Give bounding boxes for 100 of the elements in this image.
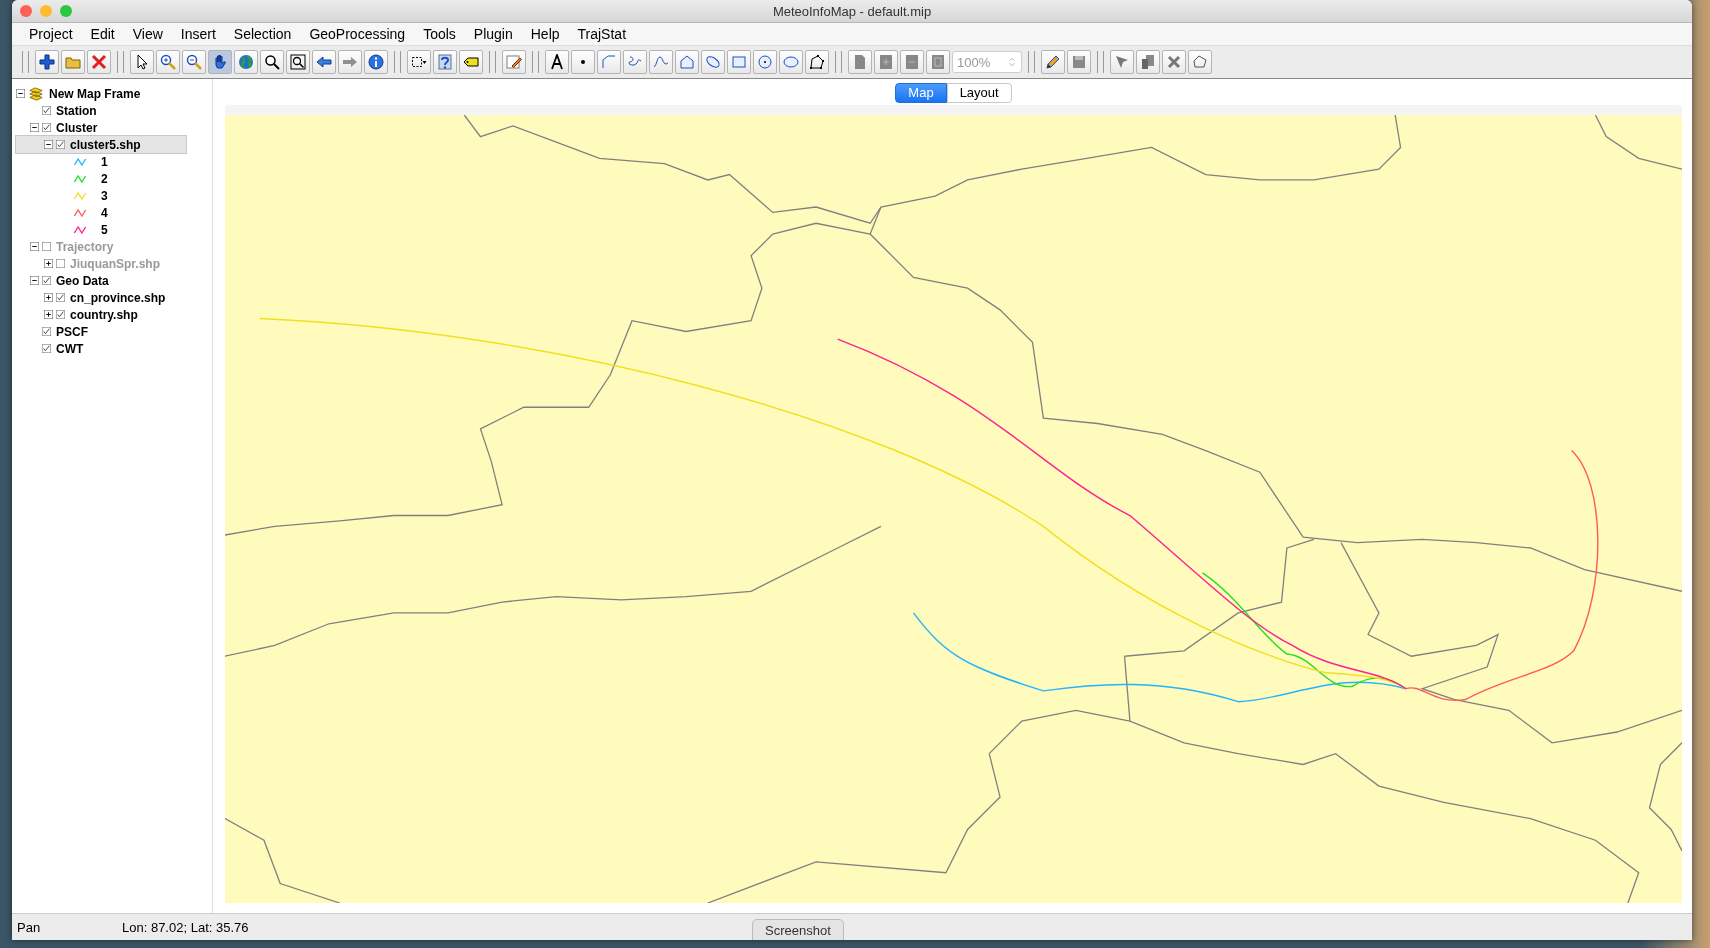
ellipse-tilted-icon bbox=[705, 54, 721, 70]
layer-label[interactable]: PSCF bbox=[54, 324, 90, 339]
expand-icon[interactable] bbox=[44, 310, 53, 319]
checkbox[interactable] bbox=[56, 293, 65, 302]
rectangle-button[interactable] bbox=[727, 50, 751, 74]
collapse-icon[interactable] bbox=[44, 140, 53, 149]
layer-label[interactable]: country.shp bbox=[68, 307, 140, 322]
point-button[interactable] bbox=[571, 50, 595, 74]
back-arrow-button[interactable] bbox=[312, 50, 336, 74]
zoom-out-button[interactable] bbox=[182, 50, 206, 74]
pointer-icon bbox=[134, 54, 150, 70]
circle-button[interactable] bbox=[753, 50, 777, 74]
collapse-icon[interactable] bbox=[30, 123, 39, 132]
page-button[interactable] bbox=[848, 50, 872, 74]
coordinates-text: Lon: 87.02; Lat: 35.76 bbox=[121, 919, 249, 935]
checkbox[interactable] bbox=[42, 327, 51, 336]
toolbar-grip[interactable] bbox=[22, 51, 29, 73]
page-zoom-out-button[interactable] bbox=[900, 50, 924, 74]
ellipse-tilted-button[interactable] bbox=[701, 50, 725, 74]
toolbar-grip[interactable] bbox=[532, 51, 539, 73]
expand-icon[interactable] bbox=[44, 293, 53, 302]
hand-button[interactable] bbox=[208, 50, 232, 74]
menu-item[interactable]: TrajStat bbox=[568, 26, 636, 42]
info-icon bbox=[368, 54, 384, 70]
edit-vertices-button[interactable] bbox=[805, 50, 829, 74]
toolbar-grip[interactable] bbox=[394, 51, 401, 73]
ellipse-button[interactable] bbox=[779, 50, 803, 74]
help-button[interactable] bbox=[433, 50, 457, 74]
copy-page-button[interactable] bbox=[1136, 50, 1160, 74]
shape-vertices-icon bbox=[1192, 54, 1208, 70]
checkbox[interactable] bbox=[42, 123, 51, 132]
checkbox[interactable] bbox=[42, 276, 51, 285]
close-window-button[interactable] bbox=[20, 5, 32, 17]
screenshot-button[interactable]: Screenshot bbox=[752, 919, 844, 940]
freehand-button[interactable] bbox=[623, 50, 647, 74]
layer-label[interactable]: Station bbox=[54, 103, 99, 118]
toolbar-grip[interactable] bbox=[489, 51, 496, 73]
label-tag-button[interactable] bbox=[459, 50, 483, 74]
globe-button[interactable] bbox=[234, 50, 258, 74]
window-title: MeteoInfoMap - default.mip bbox=[772, 3, 932, 19]
toolbar-grip[interactable] bbox=[117, 51, 124, 73]
info-button[interactable] bbox=[364, 50, 388, 74]
shape-vertices-button[interactable] bbox=[1188, 50, 1212, 74]
menu-item[interactable]: Selection bbox=[224, 26, 301, 42]
collapse-icon[interactable] bbox=[30, 276, 39, 285]
page-icon bbox=[852, 54, 868, 70]
edit-vertices-icon bbox=[809, 54, 825, 70]
zoom-in-button[interactable] bbox=[156, 50, 180, 74]
selection-box-button[interactable] bbox=[407, 50, 431, 74]
edit-sheet-button[interactable] bbox=[502, 50, 526, 74]
checkbox[interactable] bbox=[42, 106, 51, 115]
menu-item[interactable]: GeoProcessing bbox=[300, 26, 415, 42]
layer-label[interactable]: CWT bbox=[54, 341, 86, 356]
page-fit-icon bbox=[930, 54, 946, 70]
layer-label[interactable]: Cluster bbox=[54, 120, 100, 135]
text-button[interactable] bbox=[545, 50, 569, 74]
toolbar-grip[interactable] bbox=[1097, 51, 1104, 73]
polyline-icon bbox=[601, 54, 617, 70]
forward-arrow-button[interactable] bbox=[338, 50, 362, 74]
menu-item[interactable]: Edit bbox=[81, 26, 124, 42]
polygon-button[interactable] bbox=[675, 50, 699, 74]
hand-icon bbox=[212, 54, 228, 70]
copy-page-icon bbox=[1140, 54, 1156, 70]
toolbar-grip[interactable] bbox=[835, 51, 842, 73]
menu-item[interactable]: Project bbox=[20, 26, 82, 42]
close-icon bbox=[91, 54, 107, 70]
menu-item[interactable]: Tools bbox=[414, 26, 465, 42]
checkbox[interactable] bbox=[56, 310, 65, 319]
arrow-pointer-button[interactable] bbox=[1110, 50, 1134, 74]
pointer-button[interactable] bbox=[130, 50, 154, 74]
delete-button[interactable] bbox=[1162, 50, 1186, 74]
folder-icon bbox=[65, 54, 81, 70]
polyline-button[interactable] bbox=[597, 50, 621, 74]
layer-label[interactable]: Geo Data bbox=[54, 273, 111, 288]
pencil-button[interactable] bbox=[1041, 50, 1065, 74]
layer-label[interactable]: cn_province.shp bbox=[68, 290, 168, 305]
view-tab[interactable]: Map bbox=[895, 83, 947, 103]
save-button[interactable] bbox=[1067, 50, 1091, 74]
curve-button[interactable] bbox=[649, 50, 673, 74]
menu-item[interactable]: Plugin bbox=[464, 26, 522, 42]
menu-item[interactable]: Insert bbox=[171, 26, 225, 42]
checkbox[interactable] bbox=[56, 140, 65, 149]
view-tab[interactable]: Layout bbox=[946, 83, 1012, 103]
page-zoom-in-button[interactable] bbox=[874, 50, 898, 74]
checkbox[interactable] bbox=[42, 344, 51, 353]
collapse-icon[interactable] bbox=[16, 89, 25, 98]
add-layer-button[interactable] bbox=[35, 50, 59, 74]
legend-label: 5 bbox=[100, 222, 109, 237]
search-button[interactable] bbox=[260, 50, 284, 74]
zoom-extent-button[interactable] bbox=[286, 50, 310, 74]
close-button[interactable] bbox=[87, 50, 111, 74]
help-icon bbox=[437, 54, 453, 70]
menu-item[interactable]: View bbox=[123, 26, 172, 42]
menu-item[interactable]: Help bbox=[521, 26, 569, 42]
curve-icon bbox=[653, 54, 669, 70]
page-fit-button[interactable] bbox=[926, 50, 950, 74]
stepper-icon bbox=[1007, 55, 1017, 69]
toolbar-grip[interactable] bbox=[1028, 51, 1035, 73]
zoom-in-icon bbox=[160, 54, 176, 70]
map-frame-label[interactable]: New Map Frame bbox=[47, 86, 143, 101]
